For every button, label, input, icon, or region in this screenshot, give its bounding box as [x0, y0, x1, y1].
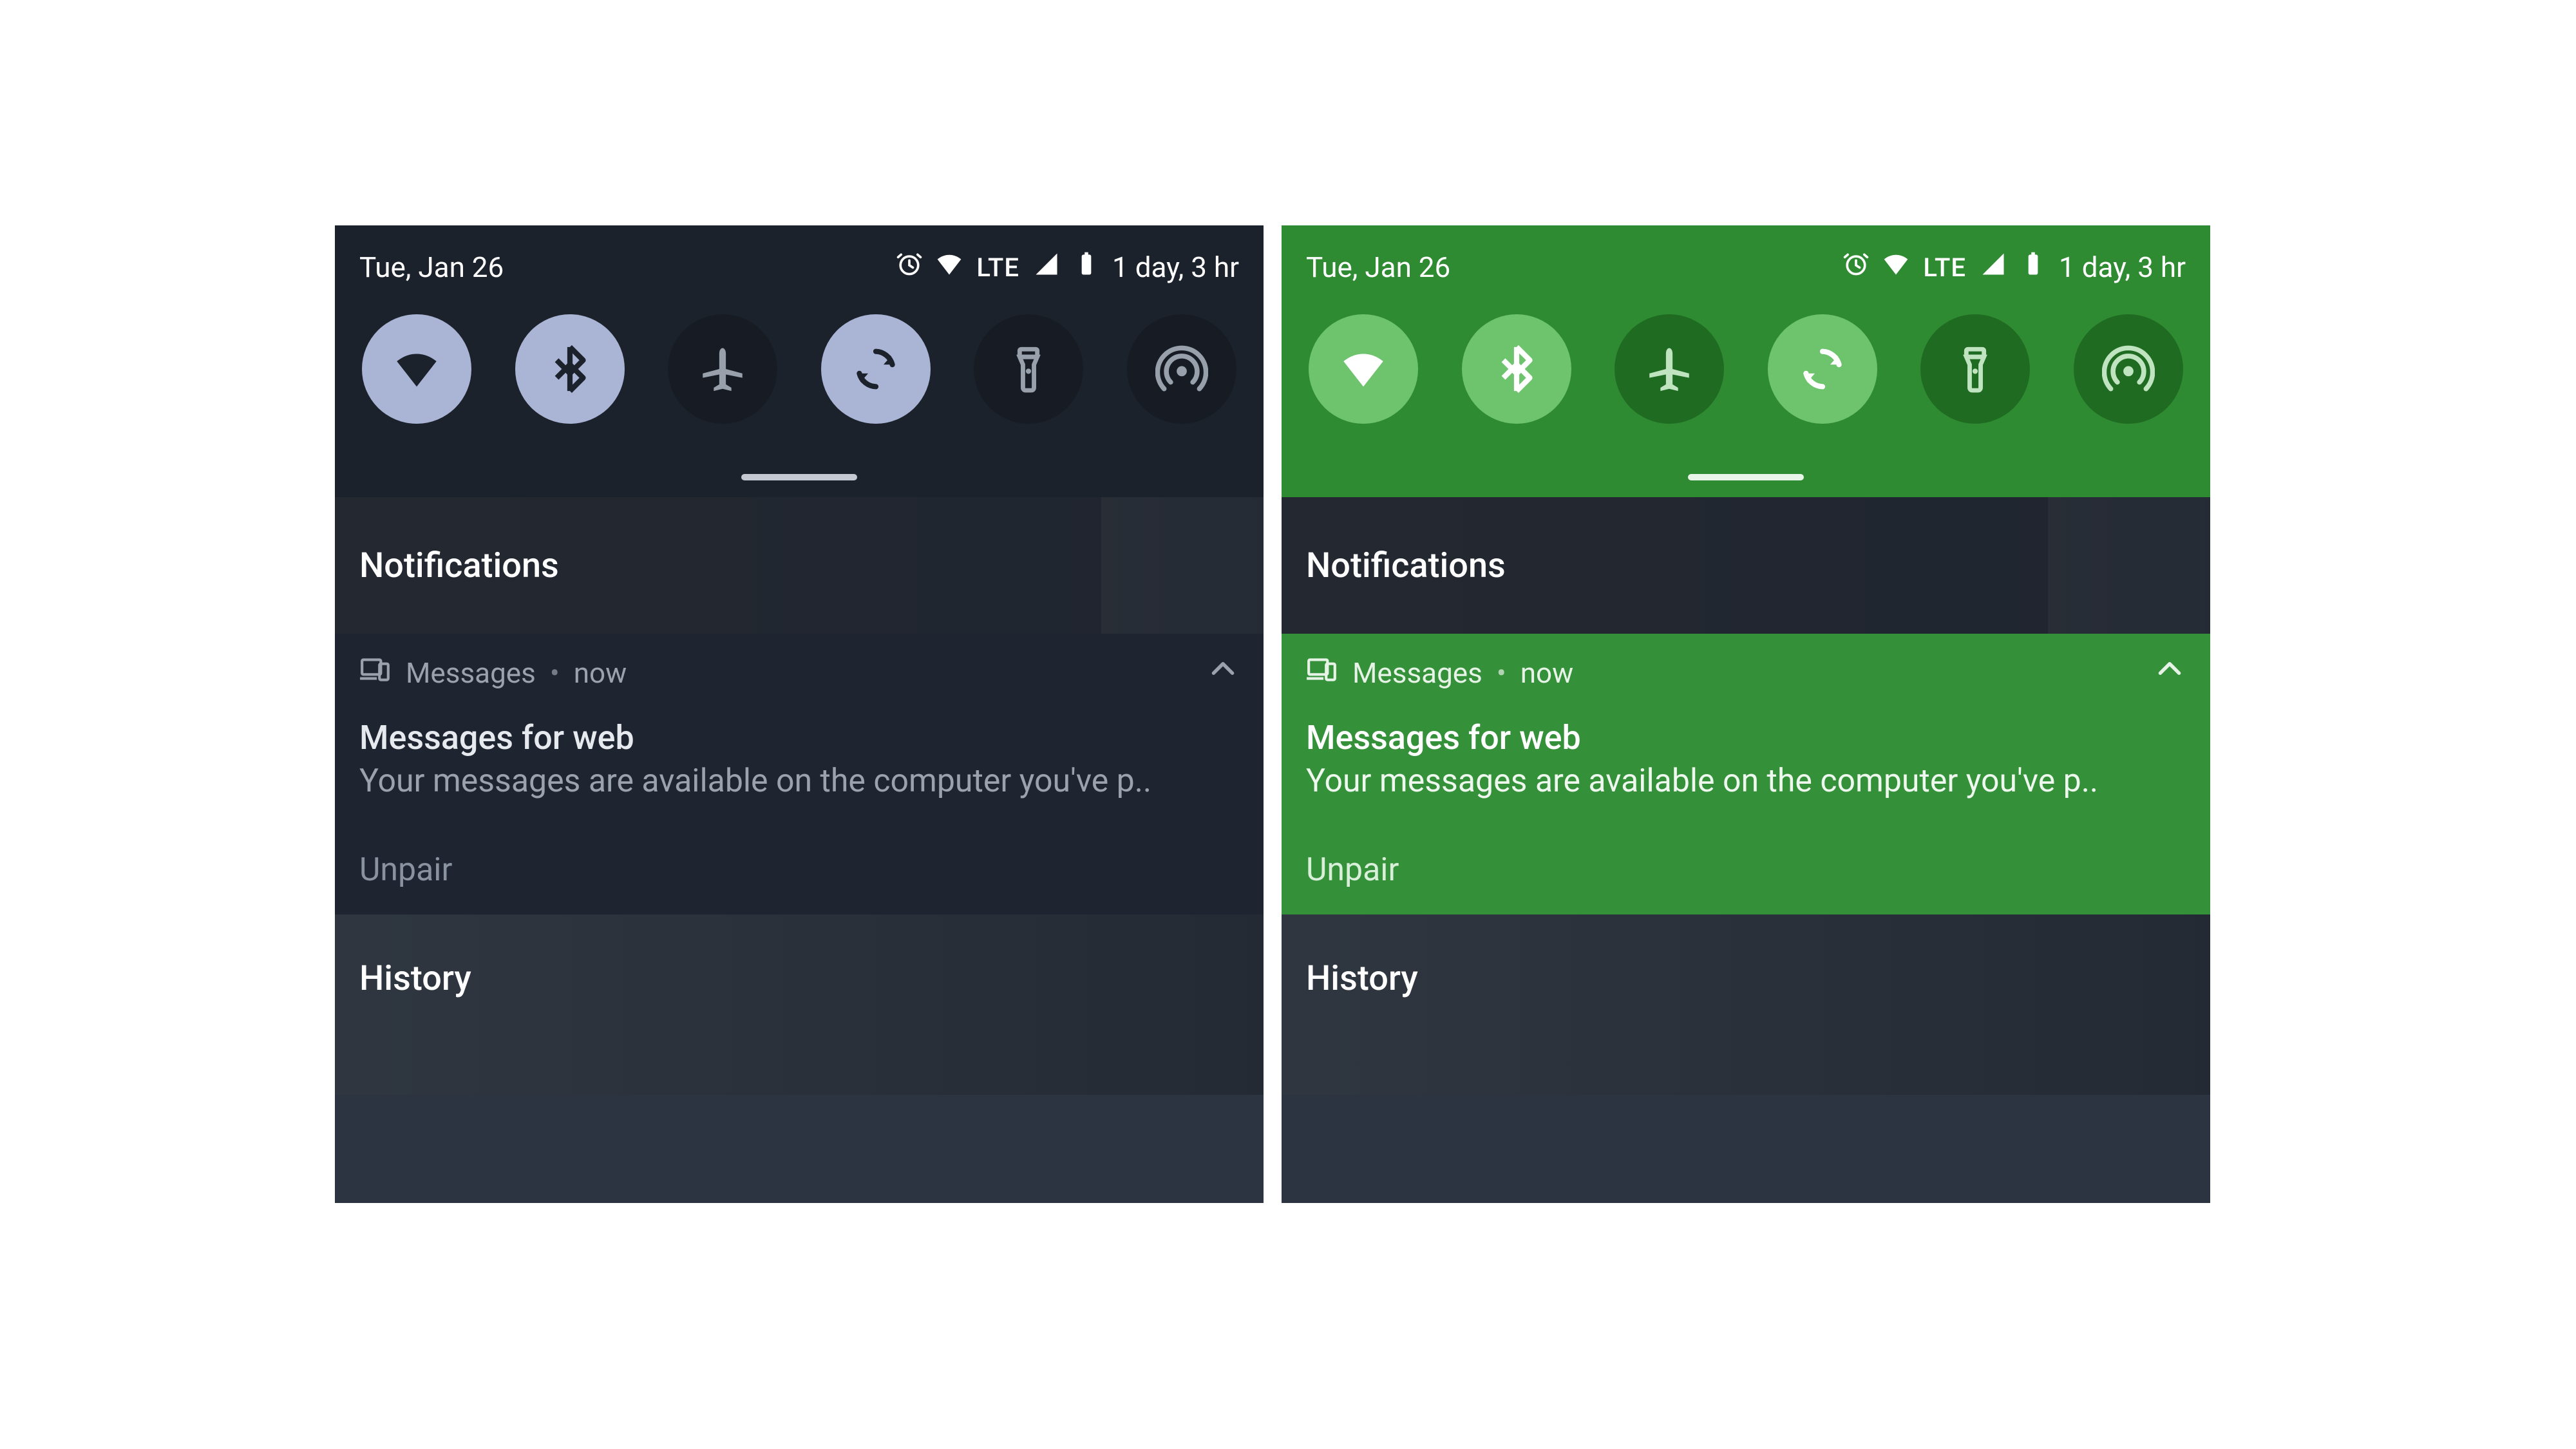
notification-card[interactable]: Messages • now Messages for web Your mes… [1282, 634, 2210, 914]
notification-body: Your messages are available on the compu… [359, 762, 1239, 800]
qs-tile-hotspot[interactable] [1127, 314, 1236, 424]
notification-card[interactable]: Messages • now Messages for web Your mes… [335, 634, 1264, 914]
notification-title: Messages for web [1306, 718, 2186, 757]
qs-tile-airplane[interactable] [668, 314, 777, 424]
qs-expand-handle[interactable] [741, 474, 857, 480]
alarm-icon [1842, 250, 1870, 285]
status-date: Tue, Jan 26 [359, 251, 504, 284]
qs-tile-airplane[interactable] [1615, 314, 1724, 424]
qs-tile-flashlight[interactable] [974, 314, 1083, 424]
qs-expand-handle[interactable] [1688, 474, 1804, 480]
notification-shade-green: Tue, Jan 26 LTE 1 day, 3 hr [1282, 225, 2210, 1203]
alarm-icon [895, 250, 923, 285]
wifi-status-icon [1882, 250, 1910, 285]
notifications-section: Notifications [335, 497, 1264, 634]
history-section[interactable]: History [1282, 914, 2210, 1095]
notification-title: Messages for web [359, 718, 1239, 757]
qs-tile-wifi[interactable] [1309, 314, 1418, 424]
notification-body: Your messages are available on the compu… [1306, 762, 2186, 800]
battery-text: 1 day, 3 hr [1112, 251, 1239, 284]
status-bar: Tue, Jan 26 LTE 1 day, 3 hr [1306, 249, 2186, 286]
qs-tiles [359, 314, 1239, 424]
notification-app: Messages [1352, 656, 1482, 690]
qs-tile-hotspot[interactable] [2074, 314, 2183, 424]
signal-icon [1979, 250, 2007, 285]
unpair-button[interactable]: Unpair [359, 851, 1239, 889]
notification-app: Messages [406, 656, 536, 690]
notification-time: now [1520, 656, 1573, 690]
separator-dot: • [1497, 656, 1506, 690]
qs-tile-flashlight[interactable] [1920, 314, 2030, 424]
signal-icon [1032, 250, 1061, 285]
unpair-button[interactable]: Unpair [1306, 851, 2186, 889]
history-section[interactable]: History [335, 914, 1264, 1095]
battery-icon [2019, 250, 2047, 285]
quick-settings: Tue, Jan 26 LTE 1 day, 3 hr [1282, 225, 2210, 497]
qs-tile-auto-rotate[interactable] [1768, 314, 1877, 424]
status-bar: Tue, Jan 26 LTE 1 day, 3 hr [359, 249, 1239, 286]
qs-tile-wifi[interactable] [362, 314, 471, 424]
collapse-button[interactable] [2154, 653, 2186, 692]
notification-shade-dark: Tue, Jan 26 LTE 1 day, 3 hr [335, 225, 1264, 1203]
history-header: History [1282, 914, 2210, 1025]
wifi-status-icon [935, 250, 963, 285]
qs-tile-bluetooth[interactable] [1462, 314, 1571, 424]
notification-time: now [574, 656, 627, 690]
network-label: LTE [976, 252, 1019, 283]
notifications-header: Notifications [1282, 497, 2048, 634]
battery-text: 1 day, 3 hr [2059, 251, 2186, 284]
battery-icon [1072, 250, 1101, 285]
history-header: History [335, 914, 1264, 1025]
separator-dot: • [550, 656, 560, 690]
quick-settings: Tue, Jan 26 LTE 1 day, 3 hr [335, 225, 1264, 497]
notifications-section: Notifications [1282, 497, 2210, 634]
collapse-button[interactable] [1207, 653, 1239, 692]
qs-tile-bluetooth[interactable] [515, 314, 625, 424]
devices-icon [359, 653, 392, 692]
status-date: Tue, Jan 26 [1306, 251, 1450, 284]
qs-tiles [1306, 314, 2186, 424]
qs-tile-auto-rotate[interactable] [821, 314, 931, 424]
notifications-header: Notifications [335, 497, 1101, 634]
network-label: LTE [1923, 252, 1966, 283]
devices-icon [1306, 653, 1338, 692]
